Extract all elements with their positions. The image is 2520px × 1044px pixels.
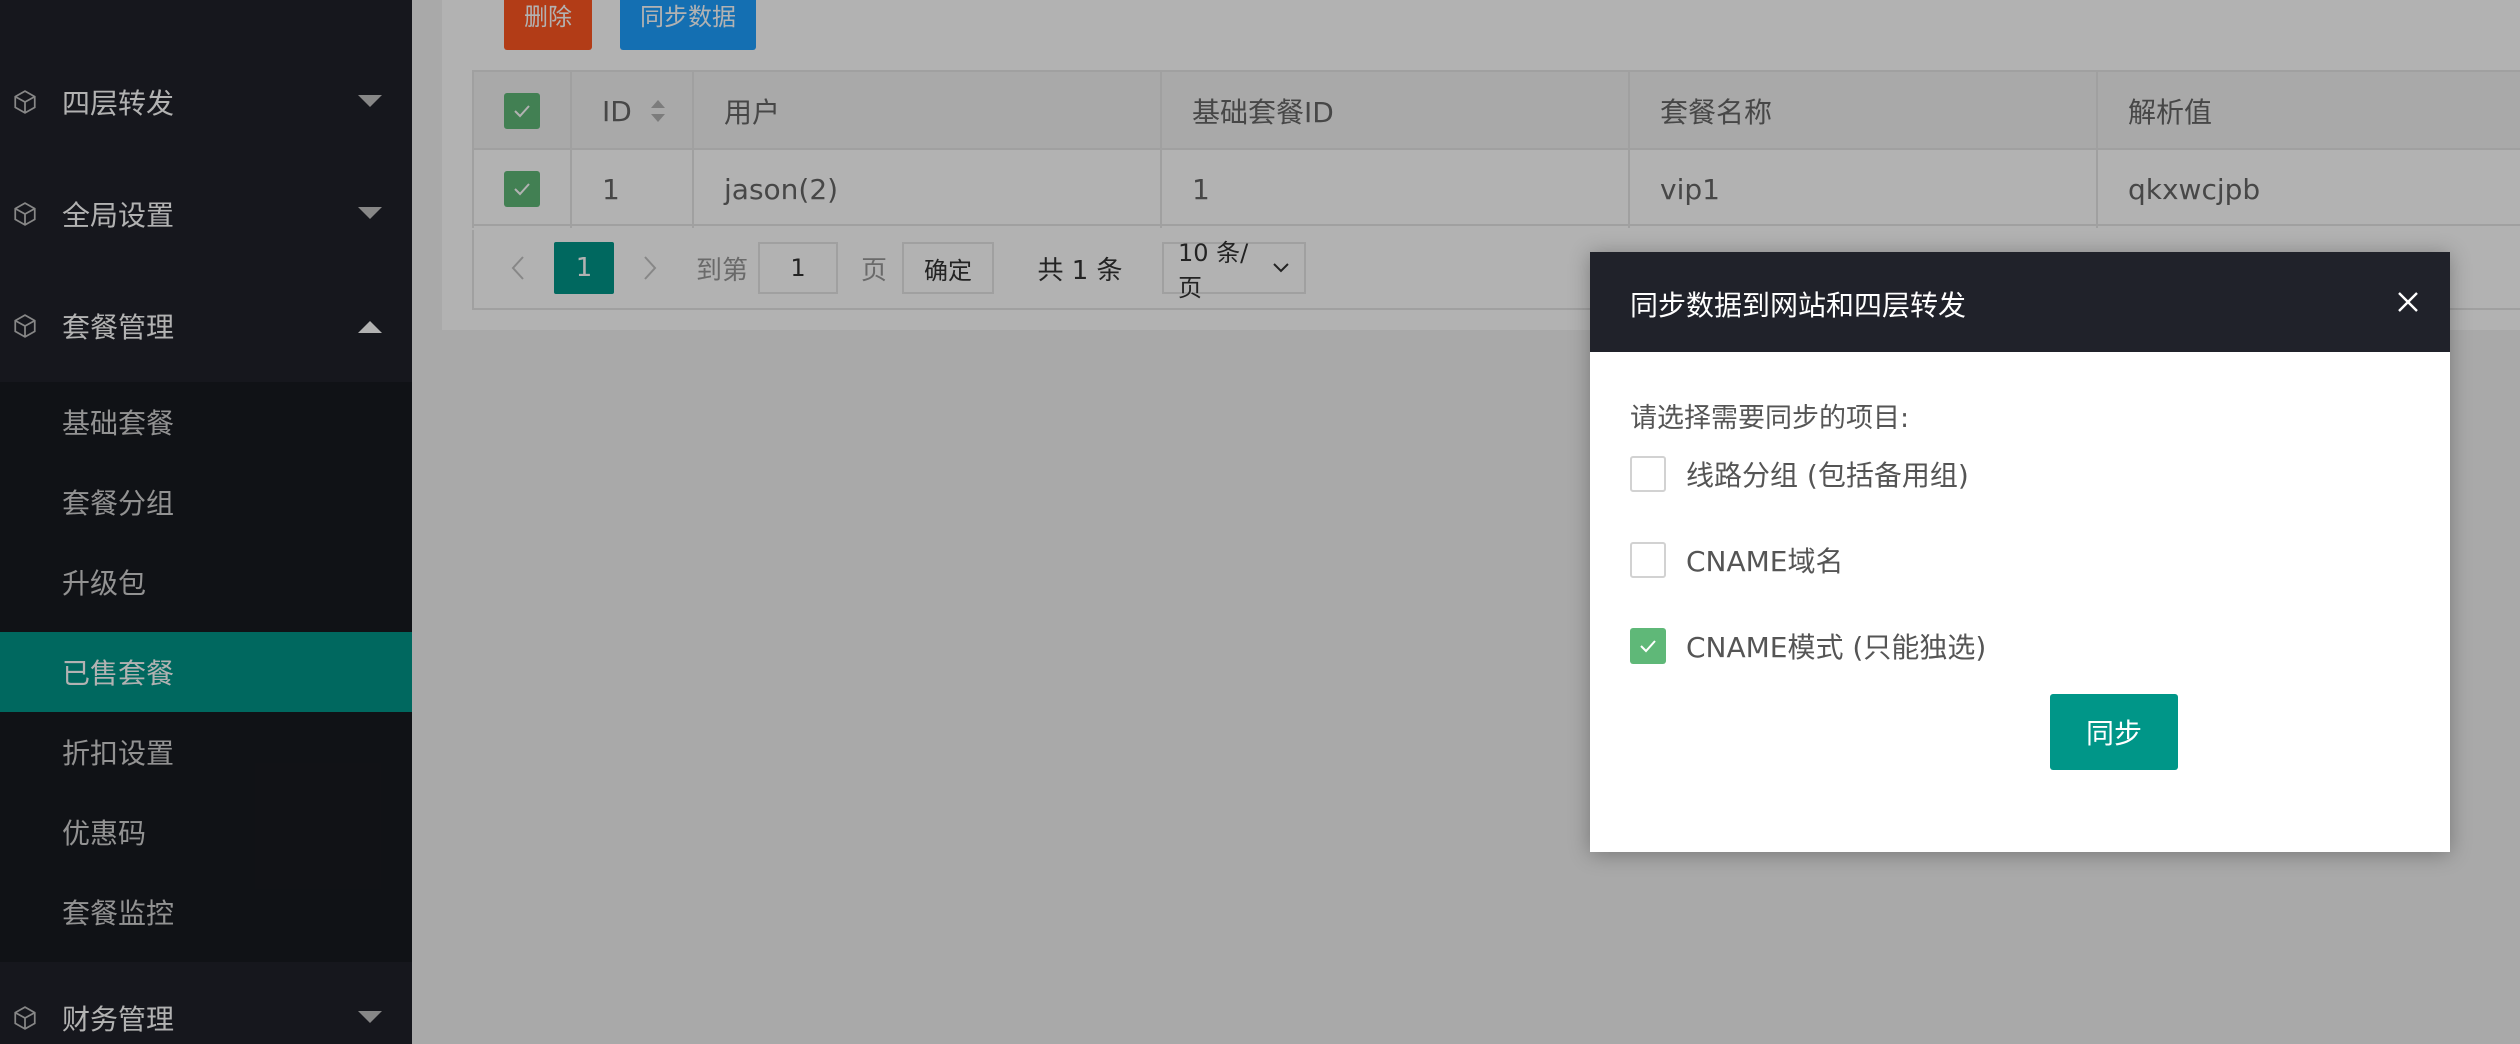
sync-submit-button[interactable]: 同步 (2050, 694, 2178, 770)
check-icon (1640, 640, 1656, 653)
option-checkbox[interactable] (1630, 456, 1666, 492)
sync-dialog: 同步数据到网站和四层转发 请选择需要同步的项目: 线路分组 (包括备用组) CN… (1590, 252, 2450, 852)
option-line-group[interactable]: 线路分组 (包括备用组) (1630, 454, 1969, 494)
option-label: 线路分组 (包括备用组) (1686, 459, 1969, 492)
option-label: CNAME模式 (只能独选) (1686, 631, 1987, 664)
dialog-header: 同步数据到网站和四层转发 (1590, 252, 2450, 352)
option-cname-domain[interactable]: CNAME域名 (1630, 540, 1844, 580)
dialog-prompt: 请选择需要同步的项目: (1630, 403, 1910, 434)
close-icon[interactable] (2390, 284, 2426, 320)
option-checkbox[interactable] (1630, 628, 1666, 664)
option-cname-mode[interactable]: CNAME模式 (只能独选) (1630, 626, 1986, 666)
option-label: CNAME域名 (1686, 545, 1844, 578)
dialog-title: 同步数据到网站和四层转发 (1630, 289, 1967, 322)
option-checkbox[interactable] (1630, 542, 1666, 578)
